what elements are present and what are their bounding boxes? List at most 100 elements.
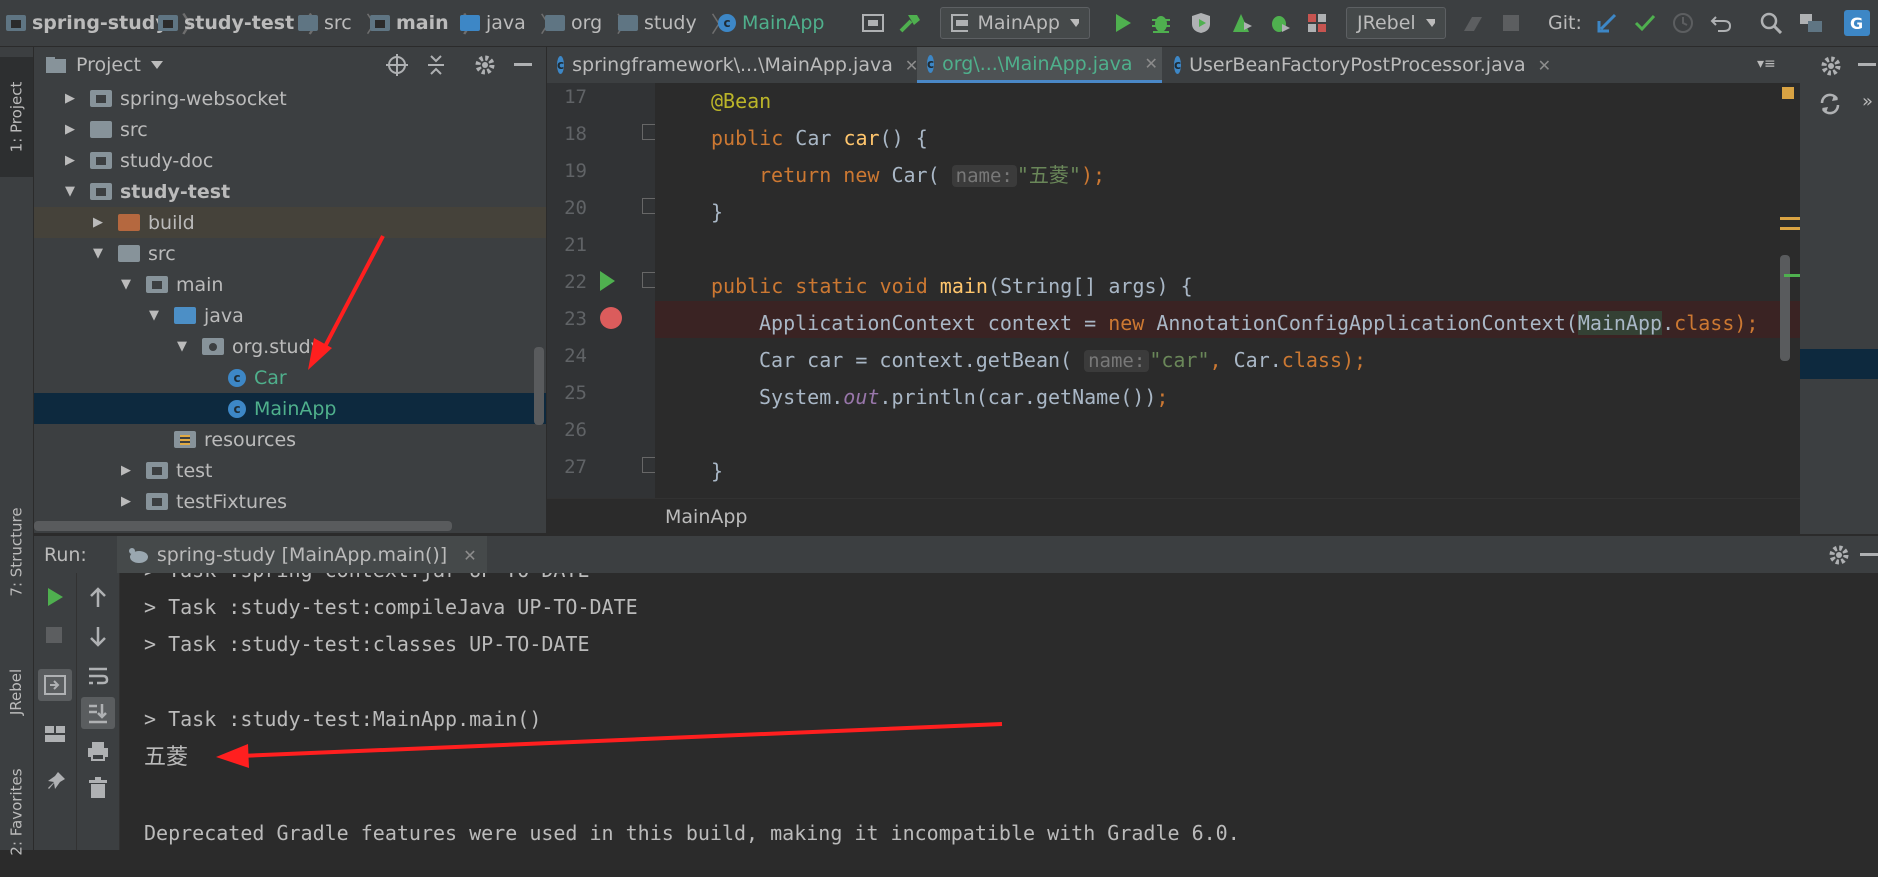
layout-grid-icon[interactable] xyxy=(44,725,66,743)
tree-item-src[interactable]: ▶ src xyxy=(34,114,546,145)
chevron-down-icon[interactable] xyxy=(151,61,164,69)
close-icon[interactable]: ✕ xyxy=(1145,54,1158,73)
minimize-icon[interactable] xyxy=(1860,553,1878,557)
run-icon[interactable] xyxy=(1110,9,1136,37)
tree-horizontal-scrollbar[interactable] xyxy=(34,521,452,531)
tab-springframework-mainapp[interactable]: c springframework\...\MainApp.java ✕ xyxy=(547,47,918,83)
code-line: return new Car( name: "五菱"); xyxy=(759,163,1106,187)
run-gutter-icon[interactable] xyxy=(598,270,616,292)
code-editor[interactable]: @Bean public Car car() { return new Car(… xyxy=(655,83,1800,498)
tree-item-study-test[interactable]: ▼ study-test xyxy=(34,176,546,207)
arrow-down-icon[interactable] xyxy=(89,625,107,647)
gear-icon[interactable] xyxy=(1828,544,1850,566)
tab-list-icon[interactable]: ▾≡ xyxy=(1757,56,1776,72)
debug-icon[interactable] xyxy=(1148,9,1174,37)
jrebel-update-icon[interactable] xyxy=(1460,9,1486,37)
warning-stripe[interactable] xyxy=(1780,217,1800,220)
tree-item-build[interactable]: ▶ build xyxy=(34,207,546,238)
change-stripe[interactable] xyxy=(1784,274,1800,277)
expand-arrow-icon[interactable]: ▶ xyxy=(118,494,134,510)
git-label: Git: xyxy=(1548,12,1582,34)
jrebel-select[interactable]: JRebel xyxy=(1346,7,1446,39)
pin-icon[interactable] xyxy=(46,771,66,793)
tree-item-src[interactable]: ▼ src xyxy=(34,238,546,269)
stop-icon[interactable] xyxy=(1498,9,1524,37)
stop-icon[interactable] xyxy=(46,627,62,643)
console-output-value: 五菱 xyxy=(144,745,189,770)
git-update-icon[interactable] xyxy=(1594,9,1620,37)
collapse-all-icon[interactable] xyxy=(426,54,446,76)
scroll-to-end-button[interactable] xyxy=(81,697,115,729)
jrebel-debug-icon[interactable] xyxy=(1304,9,1330,37)
collapse-arrow-icon[interactable]: ▼ xyxy=(146,308,162,324)
tab-favorites[interactable]: 2: Favorites xyxy=(0,747,33,877)
breakpoint-icon[interactable] xyxy=(599,306,623,330)
soft-wrap-icon[interactable] xyxy=(87,665,109,687)
tab-structure[interactable]: 7: Structure xyxy=(0,487,33,617)
gear-icon[interactable] xyxy=(474,54,496,76)
gear-icon[interactable] xyxy=(1820,55,1842,77)
tree-item-resources[interactable]: resources xyxy=(34,424,546,455)
editor-breadcrumb[interactable]: MainApp xyxy=(665,506,747,528)
collapse-arrow-icon[interactable]: ▼ xyxy=(62,184,78,200)
project-panel-title[interactable]: Project xyxy=(76,54,141,76)
profile-icon[interactable] xyxy=(1228,9,1254,37)
collapse-arrow-icon[interactable]: ▼ xyxy=(90,246,106,262)
expand-arrow-icon[interactable]: ▶ xyxy=(62,91,78,107)
arrow-up-icon[interactable] xyxy=(89,587,107,609)
rollback-icon[interactable] xyxy=(1708,9,1734,37)
tree-item-main[interactable]: ▼ main xyxy=(34,269,546,300)
tree-vertical-scrollbar[interactable] xyxy=(534,347,544,425)
close-icon[interactable]: ✕ xyxy=(463,546,476,565)
minimize-icon[interactable] xyxy=(514,63,532,67)
print-icon[interactable] xyxy=(87,741,109,761)
expand-arrow-icon[interactable]: ▶ xyxy=(62,122,78,138)
tree-item-java[interactable]: ▼ java xyxy=(34,300,546,331)
warning-stripe[interactable] xyxy=(1780,227,1800,230)
tab-org-mainapp[interactable]: c org\...\MainApp.java ✕ xyxy=(917,47,1162,83)
restore-layout-button[interactable] xyxy=(38,669,72,701)
tab-project[interactable]: 1: Project xyxy=(0,57,33,177)
breadcrumb-item[interactable]: c MainApp xyxy=(718,0,824,46)
tree-item-study-doc[interactable]: ▶ study-doc xyxy=(34,145,546,176)
coverage-icon[interactable] xyxy=(1188,9,1214,37)
expand-icon[interactable]: » xyxy=(1862,91,1873,112)
line-number: 23 xyxy=(564,308,587,330)
run-config-select[interactable]: MainApp xyxy=(940,7,1090,39)
collapse-arrow-icon[interactable]: ▼ xyxy=(118,277,134,293)
minimize-icon[interactable] xyxy=(1858,63,1876,67)
tree-item-mainapp[interactable]: c MainApp xyxy=(34,393,546,424)
search-icon[interactable] xyxy=(1758,9,1784,37)
chevron-down-icon xyxy=(1070,19,1079,27)
close-icon[interactable]: ✕ xyxy=(1538,56,1551,75)
tab-jrebel[interactable]: JRebel xyxy=(0,637,33,747)
tab-label: UserBeanFactoryPostProcessor.java xyxy=(1189,54,1526,76)
git-history-icon[interactable] xyxy=(1670,9,1696,37)
tree-item-spring-websocket[interactable]: ▶ spring-websocket xyxy=(34,83,546,114)
refresh-icon[interactable] xyxy=(1818,93,1842,115)
git-commit-icon[interactable] xyxy=(1632,9,1658,37)
tree-item-testfixtures[interactable]: ▶ testFixtures xyxy=(34,486,546,517)
breadcrumb-item[interactable]: study〉 xyxy=(618,0,733,46)
editor-scrollbar[interactable] xyxy=(1780,255,1790,361)
jrebel-run-icon[interactable] xyxy=(1266,9,1292,37)
expand-arrow-icon[interactable]: ▶ xyxy=(90,215,106,231)
expand-arrow-icon[interactable]: ▶ xyxy=(118,463,134,479)
tree-item-org-study[interactable]: ▼ org.study xyxy=(34,331,546,362)
tree-item-test[interactable]: ▶ test xyxy=(34,455,546,486)
left-tool-stripe: 1: Project 7: Structure JRebel 2: Favori… xyxy=(0,47,34,856)
tab-userbeanfactorypostprocessor[interactable]: c UserBeanFactoryPostProcessor.java ✕ xyxy=(1164,47,1551,83)
project-structure-icon[interactable] xyxy=(1798,9,1824,37)
tree-item-car[interactable]: c Car xyxy=(34,362,546,393)
rerun-icon[interactable] xyxy=(46,587,64,607)
collapse-arrow-icon[interactable]: ▼ xyxy=(174,339,190,355)
google-translate-icon[interactable]: G xyxy=(1844,9,1870,37)
locate-icon[interactable] xyxy=(386,54,408,76)
expand-arrow-icon[interactable]: ▶ xyxy=(62,153,78,169)
run-tab[interactable]: spring-study [MainApp.main()] ✕ xyxy=(116,536,487,574)
trash-icon[interactable] xyxy=(88,777,108,799)
layout-icon[interactable] xyxy=(860,9,886,37)
build-hammer-icon[interactable] xyxy=(896,9,924,37)
warning-status-icon[interactable] xyxy=(1782,87,1794,99)
console-output[interactable]: > Task :spring-context:jar UP-TO-DATE > … xyxy=(120,573,1878,850)
